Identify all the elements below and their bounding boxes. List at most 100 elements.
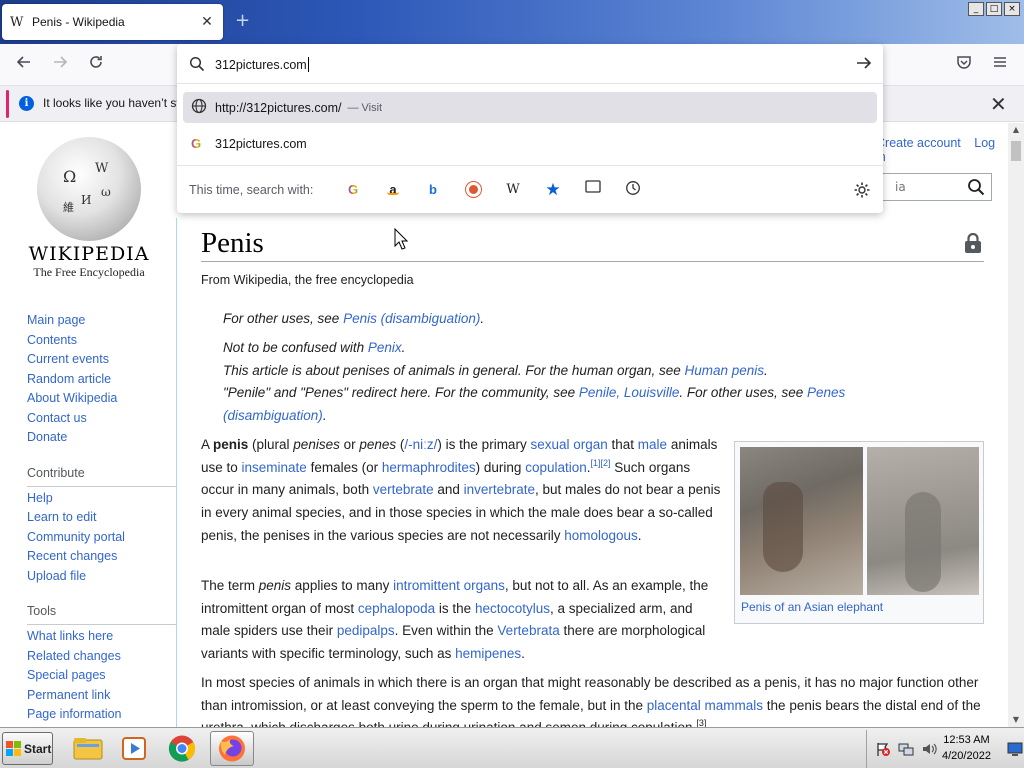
tab-strip: W Penis - Wikipedia ✕ + _ □ × — [0, 0, 1024, 44]
suggestion-visit-url[interactable]: http://312pictures.com/ — Visit — [183, 92, 877, 123]
minimize-button[interactable]: _ — [968, 2, 984, 16]
sidebar-item-learn-to-edit[interactable]: Learn to edit — [27, 510, 177, 530]
link-inseminate[interactable]: inseminate — [242, 460, 307, 475]
taskbar-clock[interactable]: 12:53 AM 4/20/2022 — [942, 732, 991, 764]
hamburger-menu-icon — [994, 57, 1006, 67]
taskbar-file-explorer[interactable] — [66, 731, 110, 766]
link-homologous[interactable]: homologous — [564, 528, 638, 543]
history-icon[interactable] — [623, 180, 643, 200]
google-icon[interactable]: G — [343, 180, 363, 200]
intro-paragraph-1: A penis (plural penises or penes (/-niːz… — [201, 437, 721, 543]
link-vertebrata[interactable]: Vertebrata — [497, 623, 559, 638]
citation-link[interactable]: [1][2] — [591, 458, 611, 468]
scrollbar-thumb[interactable] — [1011, 141, 1021, 161]
url-bar-dropdown: 312pictures.com http://312pictures.com/ … — [177, 44, 883, 213]
sidebar-item-page-information[interactable]: Page information — [27, 707, 177, 727]
taskbar-chrome[interactable] — [160, 731, 204, 766]
hatnote-link-human-penis[interactable]: Human penis — [685, 363, 765, 378]
infobox-caption[interactable]: Penis of an Asian elephant — [741, 600, 883, 614]
new-tab-button[interactable]: + — [235, 10, 250, 31]
amazon-icon[interactable]: a — [383, 180, 403, 200]
link-cephalopoda[interactable]: cephalopoda — [358, 601, 435, 616]
forward-button[interactable] — [47, 53, 73, 77]
tabs-icon[interactable] — [583, 180, 603, 200]
sidebar-item-random-article[interactable]: Random article — [27, 372, 177, 392]
start-button[interactable]: Start — [2, 732, 53, 765]
create-account-link[interactable]: Create account — [876, 136, 961, 150]
url-input[interactable]: 312pictures.com — [177, 44, 883, 84]
sidebar-item-recent-changes[interactable]: Recent changes — [27, 549, 177, 569]
link-intromittent-organs[interactable]: intromittent organs — [393, 578, 505, 593]
duckduckgo-icon[interactable] — [463, 180, 483, 200]
wikipedia-logo[interactable]: Ω W И ω 維 Wikipedia The Free Encyclopedi… — [24, 137, 154, 280]
reload-button[interactable] — [83, 53, 109, 77]
page-scrollbar[interactable]: ▲ ▼ — [1008, 123, 1024, 727]
sidebar-item-special-pages[interactable]: Special pages — [27, 668, 177, 688]
link-hectocotylus[interactable]: hectocotylus — [475, 601, 550, 616]
tab-wikipedia[interactable]: W Penis - Wikipedia ✕ — [2, 4, 223, 40]
sidebar-item-upload-file[interactable]: Upload file — [27, 569, 177, 589]
action-center-flag-icon[interactable] — [875, 741, 891, 757]
maximize-button[interactable]: □ — [986, 2, 1002, 16]
sidebar-item-main-page[interactable]: Main page — [27, 313, 177, 333]
link-hemipenes[interactable]: hemipenes — [455, 646, 521, 661]
sidebar-item-donate[interactable]: Donate — [27, 430, 177, 450]
sidebar-item-related-changes[interactable]: Related changes — [27, 649, 177, 669]
wiki-search-input[interactable]: ia — [880, 173, 992, 201]
taskbar-firefox[interactable] — [210, 731, 254, 766]
link-invertebrate[interactable]: invertebrate — [464, 482, 535, 497]
link-pedipalps[interactable]: pedipalps — [337, 623, 395, 638]
volume-icon[interactable] — [921, 741, 937, 757]
sidebar-item-contents[interactable]: Contents — [27, 333, 177, 353]
network-icon[interactable] — [898, 741, 914, 757]
photo-detail — [905, 492, 941, 592]
suggestion-google-search[interactable]: G 312pictures.com — [183, 128, 877, 159]
sidebar-item-what-links-here[interactable]: What links here — [27, 629, 177, 649]
pronunciation-link[interactable]: /-niːz/ — [404, 437, 437, 452]
link-vertebrate[interactable]: vertebrate — [373, 482, 434, 497]
link-copulation[interactable]: copulation — [525, 460, 587, 475]
hatnote-text: . For other uses, see — [679, 385, 807, 400]
hatnote-link-disambiguation[interactable]: Penis (disambiguation) — [343, 311, 480, 326]
hatnote-link-penes[interactable]: Penes — [807, 385, 845, 400]
sidebar-item-help[interactable]: Help — [27, 491, 177, 511]
link-hermaphrodites[interactable]: hermaphrodites — [382, 460, 476, 475]
sidebar-item-permanent-link[interactable]: Permanent link — [27, 688, 177, 708]
sidebar-item-contact[interactable]: Contact us — [27, 411, 177, 431]
link-male[interactable]: male — [638, 437, 667, 452]
sidebar-item-current-events[interactable]: Current events — [27, 352, 177, 372]
hatnote-text: "Penile" and "Penes" redirect here. For … — [223, 385, 579, 400]
firefox-icon — [219, 735, 245, 762]
hatnote-link-penix[interactable]: Penix — [368, 340, 402, 355]
hatnote-link-penile-louisville[interactable]: Penile, Louisville — [579, 385, 680, 400]
windows-taskbar: Start 12:53 AM 4/20/2022 — [0, 727, 1024, 768]
tab-close-icon[interactable]: ✕ — [199, 14, 215, 30]
bookmarks-icon[interactable]: ★ — [543, 180, 563, 200]
bing-icon[interactable]: b — [423, 180, 443, 200]
scroll-down-icon[interactable]: ▼ — [1008, 713, 1024, 727]
sidebar-item-about[interactable]: About Wikipedia — [27, 391, 177, 411]
scroll-up-icon[interactable]: ▲ — [1008, 123, 1024, 137]
sidebar-item-community-portal[interactable]: Community portal — [27, 530, 177, 550]
sidebar-heading-contribute: Contribute — [27, 462, 177, 487]
close-window-button[interactable]: × — [1004, 2, 1020, 16]
gear-icon[interactable] — [853, 181, 871, 199]
wiki-search-text: ia — [895, 180, 906, 194]
hatnote-link-penes-disambiguation[interactable]: (disambiguation) — [223, 408, 323, 423]
go-arrow-icon[interactable] — [855, 54, 873, 72]
search-icon[interactable] — [967, 178, 985, 196]
taskbar-media-player[interactable] — [112, 731, 156, 766]
show-desktop-icon[interactable] — [1007, 741, 1023, 757]
link-placental-mammals[interactable]: placental mammals — [647, 698, 763, 713]
lock-icon[interactable] — [964, 233, 982, 253]
wikipedia-icon[interactable]: W — [503, 180, 523, 200]
hatnote-text: This article is about penises of animals… — [223, 362, 685, 378]
back-button[interactable] — [11, 53, 37, 77]
notification-close-button[interactable]: ✕ — [990, 92, 1007, 116]
sidebar-navigation: Main page Contents Current events Random… — [27, 313, 177, 727]
hatnote-text: For other uses, see — [223, 311, 344, 326]
puzzle-globe-icon: Ω W И ω 維 — [37, 137, 141, 241]
link-sexual-organ[interactable]: sexual organ — [530, 437, 607, 452]
app-menu-button[interactable] — [987, 53, 1013, 77]
pocket-button[interactable] — [951, 53, 977, 77]
